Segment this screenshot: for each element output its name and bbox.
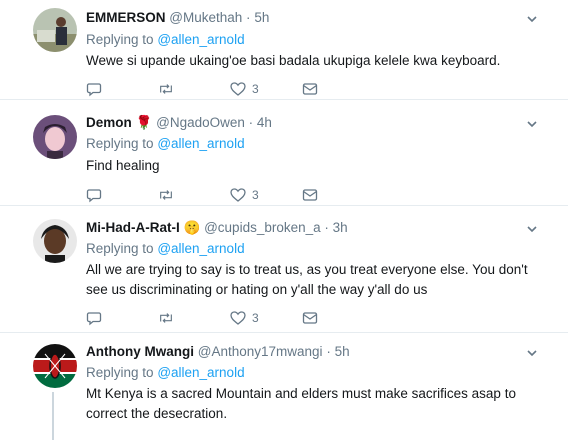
reply-button[interactable] bbox=[86, 80, 102, 98]
chevron-down-icon[interactable] bbox=[526, 347, 538, 359]
reply-icon bbox=[86, 83, 102, 97]
avatar[interactable] bbox=[33, 115, 77, 159]
reply-button[interactable] bbox=[86, 309, 102, 327]
name-emoji: 🤫 bbox=[183, 220, 201, 235]
avatar[interactable] bbox=[33, 219, 77, 263]
name-emoji: 🌹 bbox=[135, 115, 153, 130]
tweet-3[interactable]: Mi-Had-A-Rat-I 🤫 @cupids_broken_a · 3h R… bbox=[0, 207, 568, 333]
reply-button[interactable] bbox=[86, 186, 102, 204]
tweet-text: All we are trying to say is to treat us,… bbox=[86, 262, 528, 297]
direct-message-icon bbox=[302, 83, 318, 95]
replying-to: Replying to @allen_arnold bbox=[86, 365, 245, 380]
direct-message-icon bbox=[302, 189, 318, 201]
like-count: 3 bbox=[252, 188, 259, 202]
tweet-header: EMMERSON @Mukethah · 5h bbox=[86, 10, 270, 25]
direct-message-button[interactable] bbox=[302, 80, 318, 98]
retweet-button[interactable] bbox=[158, 186, 174, 204]
direct-message-icon bbox=[302, 312, 318, 324]
reply-icon bbox=[86, 312, 102, 326]
chevron-down-icon[interactable] bbox=[526, 13, 538, 25]
tweet-header: Mi-Had-A-Rat-I 🤫 @cupids_broken_a · 3h bbox=[86, 220, 348, 235]
like-count: 3 bbox=[252, 311, 259, 325]
like-count: 3 bbox=[252, 82, 259, 96]
thread-line bbox=[52, 392, 54, 440]
retweet-icon bbox=[160, 84, 172, 94]
avatar[interactable] bbox=[33, 8, 77, 52]
user-handle[interactable]: @Anthony17mwangi bbox=[198, 344, 323, 359]
like-button[interactable]: 3 bbox=[230, 186, 259, 204]
user-handle[interactable]: @NgadoOwen bbox=[156, 115, 245, 130]
replying-to: Replying to @allen_arnold bbox=[86, 136, 245, 151]
tweet-4[interactable]: Anthony Mwangi @Anthony17mwangi · 5h Rep… bbox=[0, 334, 568, 440]
like-icon bbox=[230, 188, 246, 202]
replying-to: Replying to @allen_arnold bbox=[86, 241, 245, 256]
timestamp[interactable]: 5h bbox=[254, 10, 269, 25]
like-icon bbox=[230, 82, 246, 96]
direct-message-button[interactable] bbox=[302, 309, 318, 327]
user-handle[interactable]: @Mukethah bbox=[169, 10, 242, 25]
display-name[interactable]: Mi-Had-A-Rat-I bbox=[86, 220, 180, 235]
chevron-down-icon[interactable] bbox=[526, 223, 538, 235]
tweet-2[interactable]: Demon 🌹 @NgadoOwen · 4h Replying to @all… bbox=[0, 101, 568, 206]
display-name[interactable]: Anthony Mwangi bbox=[86, 344, 194, 359]
reply-icon bbox=[86, 189, 102, 203]
tweet-text: Wewe si upande ukaing'oe basi badala uku… bbox=[86, 53, 501, 68]
tweet-header: Demon 🌹 @NgadoOwen · 4h bbox=[86, 115, 272, 130]
chevron-down-icon[interactable] bbox=[526, 118, 538, 130]
reply-to-link[interactable]: @allen_arnold bbox=[157, 32, 244, 47]
timestamp[interactable]: 4h bbox=[257, 115, 272, 130]
tweet-1[interactable]: EMMERSON @Mukethah · 5h Replying to @all… bbox=[0, 0, 568, 100]
retweet-icon bbox=[160, 190, 172, 200]
timestamp[interactable]: 5h bbox=[335, 344, 350, 359]
retweet-icon bbox=[160, 313, 172, 323]
display-name[interactable]: EMMERSON bbox=[86, 10, 166, 25]
tweet-text: Mt Kenya is a sacred Mountain and elders… bbox=[86, 386, 516, 421]
like-button[interactable]: 3 bbox=[230, 80, 259, 98]
reply-to-link[interactable]: @allen_arnold bbox=[157, 365, 244, 380]
direct-message-button[interactable] bbox=[302, 186, 318, 204]
tweet-header: Anthony Mwangi @Anthony17mwangi · 5h bbox=[86, 344, 350, 359]
like-icon bbox=[230, 311, 246, 325]
reply-to-link[interactable]: @allen_arnold bbox=[157, 241, 244, 256]
like-button[interactable]: 3 bbox=[230, 309, 259, 327]
replying-to: Replying to @allen_arnold bbox=[86, 32, 245, 47]
tweet-text: Find healing bbox=[86, 158, 160, 173]
retweet-button[interactable] bbox=[158, 80, 174, 98]
reply-to-link[interactable]: @allen_arnold bbox=[157, 136, 244, 151]
user-handle[interactable]: @cupids_broken_a bbox=[204, 220, 321, 235]
avatar[interactable] bbox=[33, 344, 77, 388]
display-name[interactable]: Demon bbox=[86, 115, 132, 130]
timestamp[interactable]: 3h bbox=[333, 220, 348, 235]
retweet-button[interactable] bbox=[158, 309, 174, 327]
